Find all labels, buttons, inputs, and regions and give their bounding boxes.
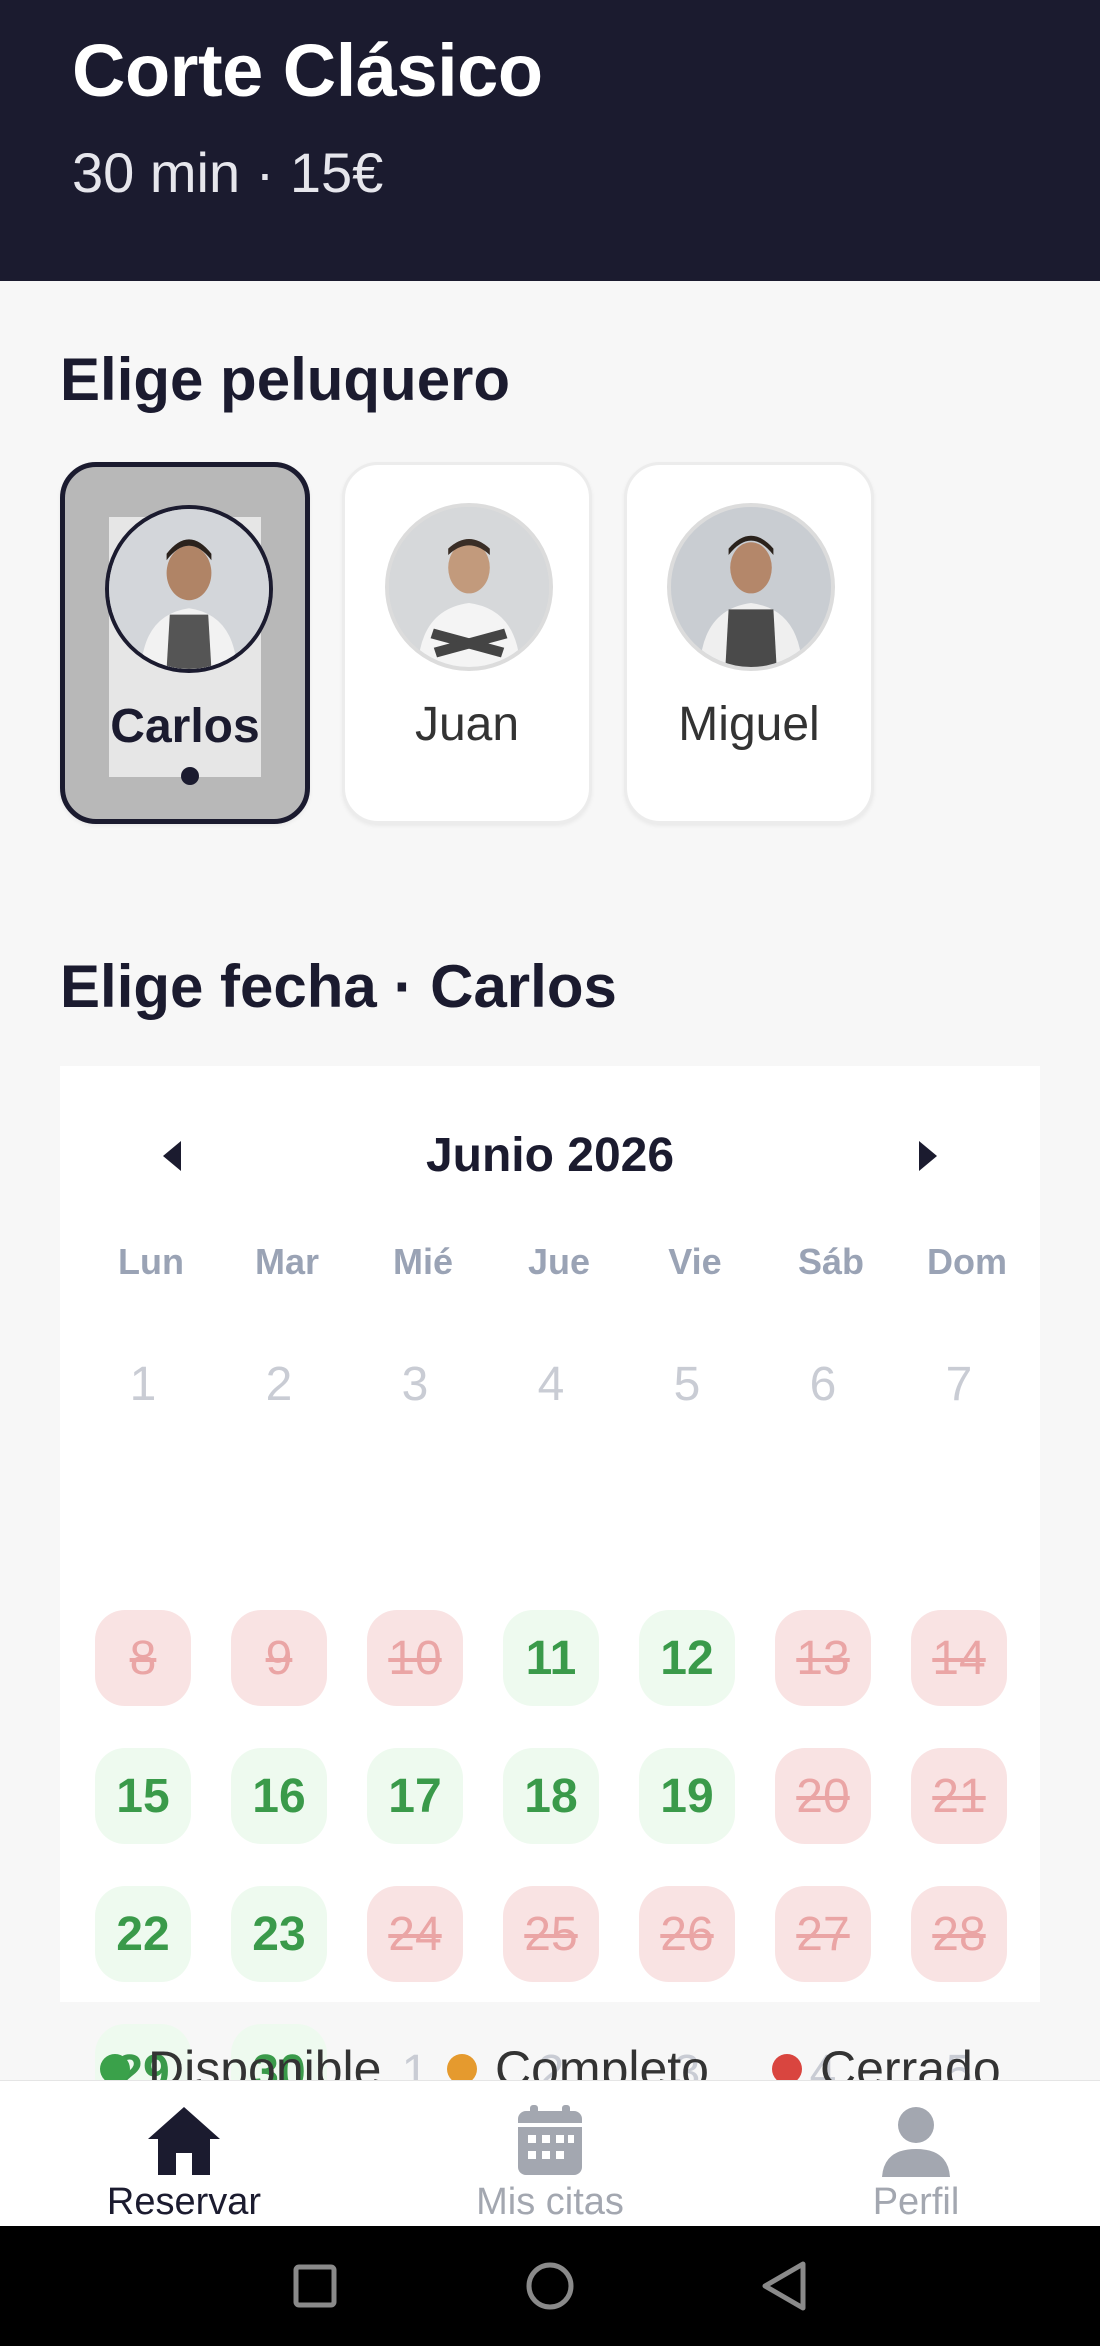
weekday-label: Mar: [254, 1241, 320, 1282]
calendar-week-row: 8 9 10 11 12 13 14: [60, 1610, 1040, 1710]
calendar-header: Junio 2026: [60, 1116, 1040, 1196]
calendar-day-muted: 6: [809, 1357, 837, 1411]
calendar-day-muted: 3: [401, 1357, 429, 1411]
calendar-day-closed: 28: [911, 1886, 1007, 1982]
avatar: [105, 505, 273, 673]
barber-name: Miguel: [678, 698, 820, 751]
calendar-day-closed: 25: [503, 1886, 599, 1982]
avatar: [667, 503, 835, 671]
barber-name: Juan: [414, 698, 520, 751]
calendar-day-closed: 10: [367, 1610, 463, 1706]
calendar-week-row: 15 16 17 18 19 20 21: [60, 1748, 1040, 1848]
calendar-day-closed: 8: [95, 1610, 191, 1706]
service-header: Corte Clásico 30 min · 15€: [0, 0, 1100, 281]
weekday-label: Dom: [927, 1241, 1007, 1282]
calendar-day-closed: 21: [911, 1748, 1007, 1844]
nav-label: Perfil: [872, 2181, 960, 2223]
home-icon: [148, 2107, 220, 2175]
person-icon: [882, 2107, 950, 2177]
calendar-day-muted: 5: [673, 1357, 701, 1411]
weekday-row: Lun Mar Mié Jue Vie Sáb Dom: [60, 1241, 1040, 1301]
barber-card-miguel[interactable]: Miguel: [624, 462, 874, 824]
calendar-day-closed: 26: [639, 1886, 735, 1982]
weekday-label: Jue: [527, 1241, 591, 1282]
back-icon[interactable]: [745, 2246, 825, 2326]
avatar: [385, 503, 553, 671]
system-navigation-bar: [0, 2226, 1100, 2346]
bottom-navigation: Reservar Mis citas Perfil: [0, 2080, 1100, 2226]
calendar-day-closed: 13: [775, 1610, 871, 1706]
calendar-week-row: 22 23 24 25 26 27 28: [60, 1886, 1040, 1986]
barber-list: Carlos Juan Miguel: [60, 462, 1060, 824]
weekday-label: Vie: [668, 1241, 722, 1282]
nav-label: Mis citas: [476, 2181, 624, 2223]
barber-card-juan[interactable]: Juan: [342, 462, 592, 824]
calendar-week-row: 1 2 3 4 5 6 7: [60, 1336, 1040, 1436]
barber-name: Carlos: [110, 700, 260, 753]
nav-reservar[interactable]: Reservar: [54, 2093, 314, 2223]
nav-perfil[interactable]: Perfil: [786, 2093, 1046, 2223]
selected-indicator: [181, 767, 199, 785]
calendar-day-avail[interactable]: 12: [639, 1610, 735, 1706]
calendar-month: Junio 2026: [425, 1129, 675, 1182]
calendar-day-avail[interactable]: 18: [503, 1748, 599, 1844]
chevron-right-icon: [919, 1141, 937, 1171]
nav-mis-citas[interactable]: Mis citas: [420, 2093, 680, 2223]
calendar-day-avail[interactable]: 17: [367, 1748, 463, 1844]
calendar-day-avail[interactable]: 23: [231, 1886, 327, 1982]
service-subtitle: 30 min · 15€: [72, 141, 384, 204]
date-section-title: Elige fecha · Carlos: [60, 953, 617, 1020]
weekday-label: Sáb: [797, 1241, 865, 1282]
calendar: Junio 2026 Lun Mar Mié Jue Vie Sáb Dom 1234567…: [60, 1066, 1040, 2120]
calendar-day-closed: 20: [775, 1748, 871, 1844]
recent-apps-icon[interactable]: [275, 2246, 355, 2326]
calendar-day-closed: 14: [911, 1610, 1007, 1706]
calendar-day-avail[interactable]: 22: [95, 1886, 191, 1982]
calendar-legend: Disponible Completo Cerrado: [60, 2040, 1060, 2097]
barber-section-title: Elige peluquero: [60, 346, 511, 413]
calendar-day-avail[interactable]: 15: [95, 1748, 191, 1844]
calendar-day-muted: 4: [537, 1357, 565, 1411]
calendar-day-muted: 1: [129, 1357, 157, 1411]
service-title: Corte Clásico: [72, 29, 543, 112]
calendar-icon: [518, 2105, 582, 2175]
calendar-day-avail[interactable]: 11: [503, 1610, 599, 1706]
next-month-button[interactable]: [898, 1126, 958, 1186]
calendar-day-closed: 24: [367, 1886, 463, 1982]
barber-card-carlos[interactable]: Carlos: [60, 462, 310, 824]
calendar-day-avail[interactable]: 16: [231, 1748, 327, 1844]
nav-label: Reservar: [106, 2181, 262, 2223]
weekday-label: Mié: [392, 1241, 453, 1282]
calendar-day-closed: 27: [775, 1886, 871, 1982]
calendar-day-muted: 7: [945, 1357, 973, 1411]
home-circle-icon[interactable]: [510, 2246, 590, 2326]
calendar-day-avail[interactable]: 19: [639, 1748, 735, 1844]
calendar-day-closed: 9: [231, 1610, 327, 1706]
calendar-day-muted: 2: [265, 1357, 293, 1411]
weekday-label: Lun: [118, 1241, 184, 1282]
